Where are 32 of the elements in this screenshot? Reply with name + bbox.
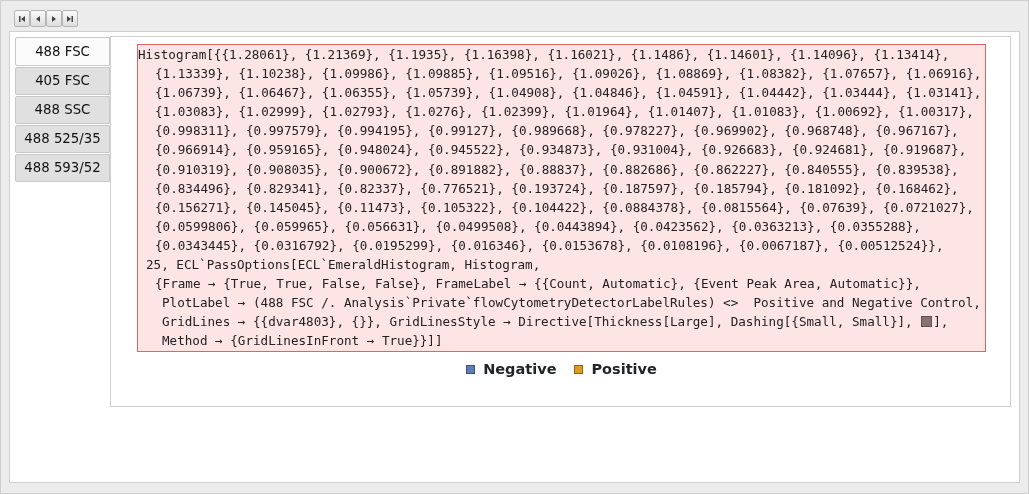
skip-last-button[interactable]: [62, 10, 78, 27]
legend-label: Positive: [591, 359, 657, 379]
skip-first-icon: [18, 14, 26, 23]
code-line: {Frame → {True, True, False, False}, FrameLabel → {{Count, Automatic}, {Event Peak Area, Automatic}},: [155, 275, 921, 294]
code-line: {0.0599806}, {0.059965}, {0.056631}, {0.0499508}, {0.0443894}, {0.0423562}, {0.0363213}, {0.0355288},: [155, 217, 921, 236]
skip-last-icon: [66, 14, 74, 23]
right-arrow-button[interactable]: [46, 10, 62, 27]
tab[interactable]: 405 FSC: [15, 67, 110, 95]
code-line: {0.910319}, {0.908035}, {0.900672}, {0.891882}, {0.88837}, {0.882686}, {0.862227}, {0.840555}, {0.839538},: [155, 160, 959, 179]
code-line: PlotLabel → (488 FSC /. Analysis`Private`flowCytometryDetectorLabelRules) <> Positive and Negative Control,: [162, 294, 981, 313]
code-line: {0.966914}, {0.959165}, {0.948024}, {0.945522}, {0.934873}, {0.931004}, {0.926683}, {0.924681}, {0.919687},: [155, 141, 967, 160]
code-line: {1.06739}, {1.06467}, {1.06355}, {1.05739}, {1.04908}, {1.04846}, {1.04591}, {1.04442}, {1.03444}, {1.03141},: [155, 84, 982, 103]
legend-label: Negative: [483, 359, 557, 379]
code-line: 25, ECL`PassOptions[ECL`EmeraldHistogram, Histogram,: [146, 256, 541, 275]
tab[interactable]: 488 593/52: [15, 154, 110, 182]
skip-first-button[interactable]: [14, 10, 30, 27]
code-line: Histogram[{{1.28061}, {1.21369}, {1.1935}, {1.16398}, {1.16021}, {1.1486}, {1.14601}, {1.14096}, {1.13414},: [138, 46, 950, 64]
tab[interactable]: 488 525/35: [15, 125, 110, 153]
left-arrow-button[interactable]: [30, 10, 46, 27]
code-line: {0.834496}, {0.829341}, {0.82337}, {0.776521}, {0.193724}, {0.187597}, {0.185794}, {0.181092}, {0.168462},: [155, 179, 959, 198]
right-arrow-icon: [50, 14, 58, 23]
code-line: {1.13339}, {1.10238}, {1.09986}, {1.09885}, {1.09516}, {1.09026}, {1.08869}, {1.08382}, {1.07657}, {1.06916},: [155, 65, 982, 84]
left-arrow-icon: [34, 14, 42, 23]
tab[interactable]: 488 FSC: [15, 37, 110, 66]
tab[interactable]: 488 SSC: [15, 96, 110, 124]
code-line: {0.998311}, {0.997579}, {0.994195}, {0.99127}, {0.989668}, {0.978227}, {0.969902}, {0.968748}, {0.967167},: [155, 122, 959, 141]
code-line: {1.03083}, {1.02999}, {1.02793}, {1.0276}, {1.02399}, {1.01964}, {1.01407}, {1.01083}, {1.00692}, {1.00317},: [155, 103, 974, 122]
code-line: GridLines → {{dvar4803}, {}}, GridLinesStyle → Directive[Thickness[Large], Dashing[{Small, Small}],: [162, 313, 914, 332]
code-line: {0.0343445}, {0.0316792}, {0.0195299}, {0.016346}, {0.0153678}, {0.0108196}, {0.0067187}, {0.00512524}},: [155, 236, 944, 255]
code-line: Method → {GridLinesInFront → True}}]]: [162, 332, 443, 351]
code-text: ],: [933, 313, 949, 332]
code-line: {0.156271}, {0.145045}, {0.11473}, {0.105322}, {0.104422}, {0.0884378}, {0.0815564}, {0.07639}, {0.0721027},: [155, 198, 974, 217]
